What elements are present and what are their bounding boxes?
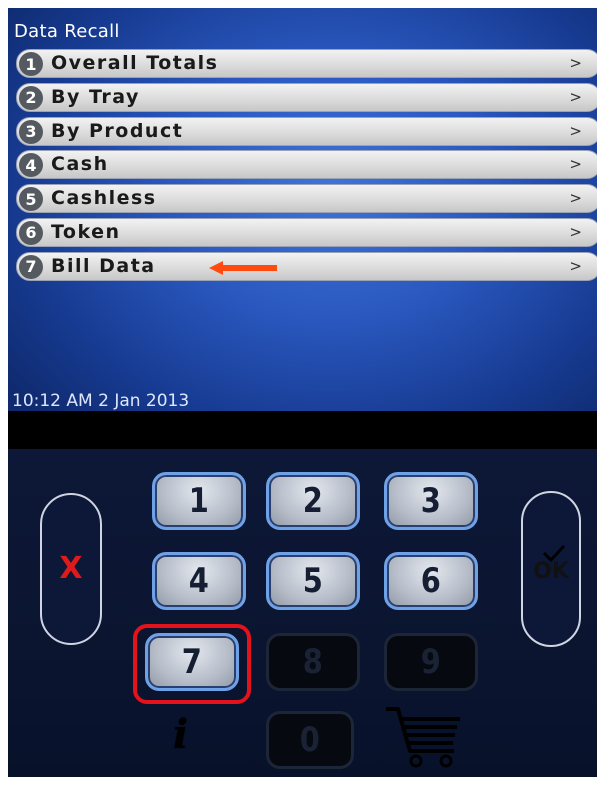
menu-number-badge: 2: [19, 85, 43, 110]
data-recall-menu: 1 Overall Totals > 2 By Tray > 3 By Prod…: [16, 49, 597, 286]
divider-band: [8, 411, 597, 449]
menu-number-badge: 3: [19, 119, 43, 144]
menu-item-by-product[interactable]: 3 By Product >: [16, 116, 597, 146]
key-label: 1: [188, 481, 210, 521]
menu-item-label: Cash: [51, 153, 109, 176]
display-screen: Data Recall 1 Overall Totals > 2 By Tray…: [8, 8, 597, 411]
chevron-right-icon: >: [569, 54, 582, 72]
cart-icon[interactable]: [384, 705, 464, 769]
key-2[interactable]: 2: [266, 472, 360, 530]
key-9: 9: [384, 633, 478, 691]
chevron-right-icon: >: [569, 155, 582, 174]
chevron-right-icon: >: [569, 256, 582, 275]
chevron-right-icon: >: [569, 189, 582, 208]
chevron-right-icon: >: [569, 222, 582, 241]
key-7[interactable]: 7: [145, 633, 239, 691]
key-label: 8: [302, 642, 324, 682]
menu-item-cashless[interactable]: 5 Cashless >: [16, 184, 597, 214]
device-frame: Data Recall 1 Overall Totals > 2 By Tray…: [8, 8, 597, 777]
menu-item-label: Token: [51, 220, 121, 243]
close-icon: X: [59, 551, 83, 586]
key-label: 0: [299, 720, 321, 760]
screen-title: Data Recall: [14, 21, 120, 42]
key-label: 4: [188, 561, 210, 601]
menu-item-label: Cashless: [51, 187, 157, 210]
keypad-panel: X 1 2 3 4 5 6 7 8 9 i 0 OK: [8, 449, 597, 777]
arrow-left-icon: [209, 260, 277, 275]
chevron-right-icon: >: [569, 87, 582, 106]
key-label: 9: [420, 642, 442, 682]
info-icon[interactable]: i: [173, 715, 201, 755]
key-6[interactable]: 6: [384, 552, 478, 610]
menu-item-by-tray[interactable]: 2 By Tray >: [16, 82, 597, 112]
key-label: 7: [181, 642, 203, 682]
menu-item-cash[interactable]: 4 Cash >: [16, 150, 597, 180]
menu-item-label: By Product: [51, 119, 184, 142]
menu-number-badge: 7: [19, 254, 43, 279]
menu-number-badge: 1: [19, 52, 43, 76]
key-1[interactable]: 1: [152, 472, 246, 530]
menu-item-label: Overall Totals: [51, 52, 219, 74]
menu-item-label: By Tray: [51, 85, 140, 108]
ok-label: OK: [533, 559, 569, 584]
key-4[interactable]: 4: [152, 552, 246, 610]
key-0: 0: [266, 711, 354, 769]
menu-item-bill-data[interactable]: 7 Bill Data >: [16, 251, 597, 281]
key-label: 6: [420, 561, 442, 601]
date-time-readout: 10:12 AM 2 Jan 2013: [12, 391, 190, 411]
chevron-right-icon: >: [569, 121, 582, 140]
menu-number-badge: 4: [19, 153, 43, 178]
key-3[interactable]: 3: [384, 472, 478, 530]
key-5[interactable]: 5: [266, 552, 360, 610]
key-label: 3: [420, 481, 442, 521]
key-label: 2: [302, 481, 324, 521]
key-label: 5: [302, 561, 324, 601]
key-8: 8: [266, 633, 360, 691]
menu-item-overall-totals[interactable]: 1 Overall Totals >: [16, 49, 597, 78]
cancel-button[interactable]: X: [40, 493, 102, 645]
menu-item-token[interactable]: 6 Token >: [16, 217, 597, 247]
menu-item-label: Bill Data: [51, 254, 156, 277]
menu-number-badge: 5: [19, 187, 43, 212]
menu-number-badge: 6: [19, 220, 43, 245]
ok-button[interactable]: OK: [521, 491, 581, 647]
